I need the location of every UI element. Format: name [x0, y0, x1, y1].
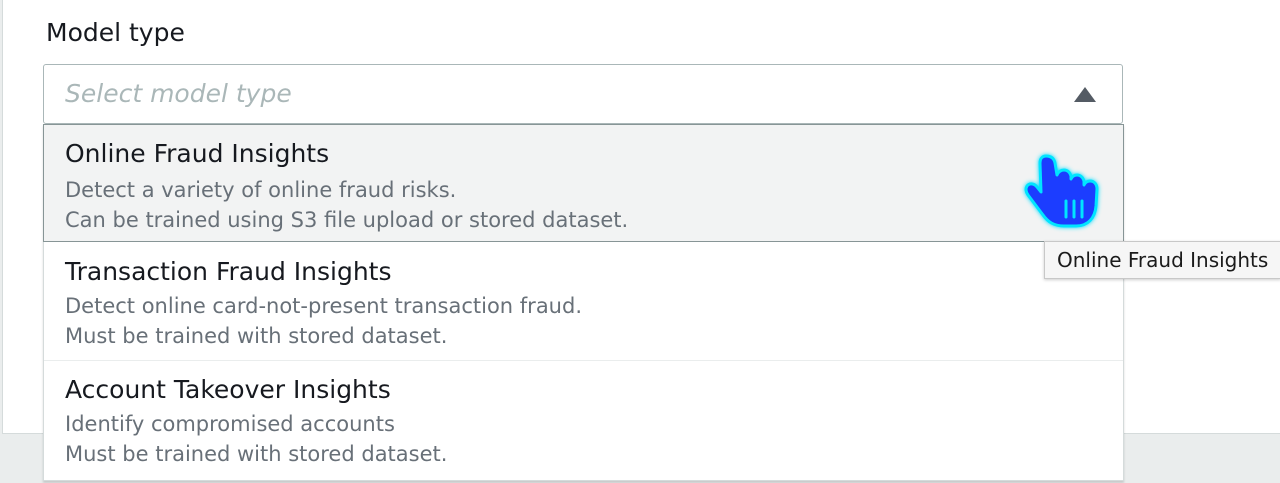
- option-title: Transaction Fraud Insights: [65, 257, 392, 286]
- model-type-dropdown-list: Online Fraud Insights Detect a variety o…: [43, 124, 1124, 481]
- option-title: Account Takeover Insights: [65, 375, 391, 404]
- option-title: Online Fraud Insights: [65, 139, 330, 168]
- option-account-takeover-insights[interactable]: Account Takeover Insights Identify compr…: [44, 361, 1123, 479]
- caret-up-icon: [1074, 87, 1096, 102]
- option-online-fraud-insights[interactable]: Online Fraud Insights Detect a variety o…: [43, 124, 1124, 242]
- option-description-line-2: Must be trained with stored dataset.: [65, 324, 448, 348]
- select-placeholder: Select model type: [65, 79, 292, 108]
- model-type-label: Model type: [46, 18, 185, 47]
- model-type-select[interactable]: Select model type: [43, 64, 1123, 124]
- option-description-line-1: Detect online card-not-present transacti…: [65, 294, 583, 318]
- option-description-line-2: Must be trained with stored dataset.: [65, 442, 448, 466]
- hand-cursor-icon: [1024, 154, 1099, 228]
- option-description-line-2: Can be trained using S3 file upload or s…: [65, 208, 629, 232]
- option-description-line-1: Identify compromised accounts: [65, 412, 395, 436]
- option-transaction-fraud-insights[interactable]: Transaction Fraud Insights Detect online…: [44, 243, 1123, 361]
- option-tooltip: Online Fraud Insights: [1044, 241, 1280, 279]
- option-description-line-1: Detect a variety of online fraud risks.: [65, 178, 457, 202]
